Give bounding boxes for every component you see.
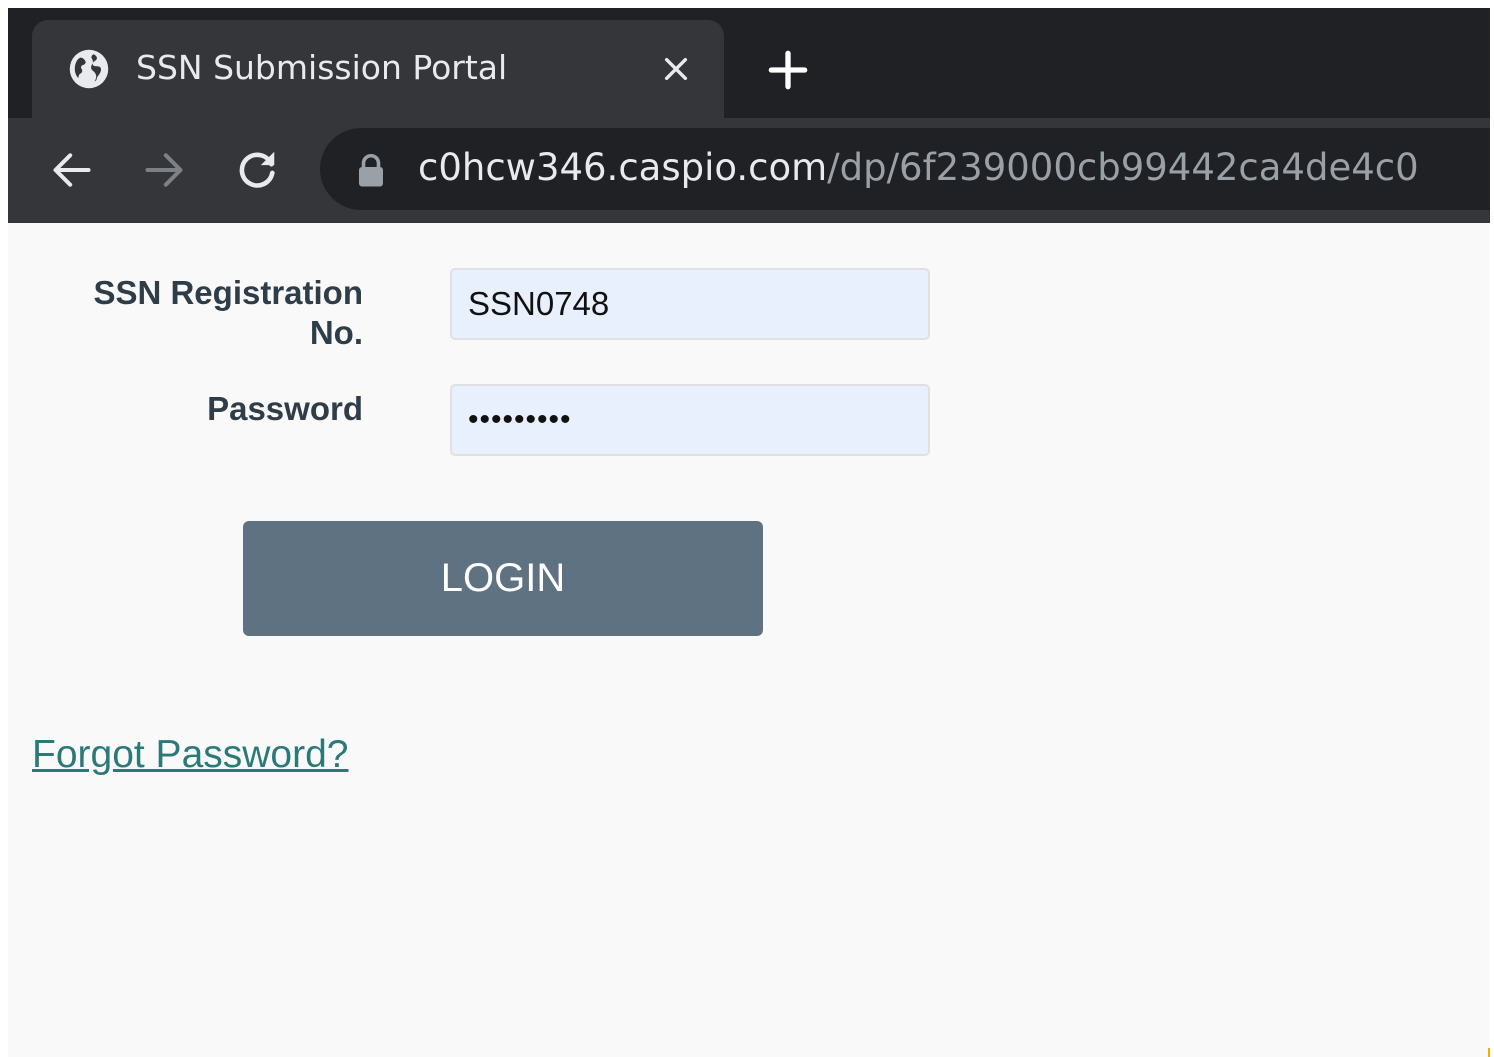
ssn-label: SSN Registration No.: [93, 274, 363, 351]
url-host: c0hcw346.caspio.com: [418, 146, 828, 189]
url-path: /dp/6f239000cb99442ca4de4c0: [827, 146, 1419, 189]
globe-icon: [69, 49, 109, 89]
password-label: Password: [207, 390, 363, 427]
lock-icon[interactable]: [356, 152, 386, 188]
forgot-password-link[interactable]: Forgot Password?: [32, 733, 348, 777]
password-input[interactable]: [450, 384, 930, 456]
address-bar[interactable]: c0hcw346.caspio.com/dp/6f239000cb99442ca…: [320, 128, 1490, 210]
browser-tab[interactable]: SSN Submission Portal: [32, 20, 724, 118]
login-button[interactable]: LOGIN: [243, 521, 763, 636]
reload-icon[interactable]: [234, 146, 280, 192]
browser-window: SSN Submission Portal c0hcw346.caspio.co…: [8, 8, 1490, 1057]
plus-icon[interactable]: [768, 50, 808, 90]
browser-toolbar: c0hcw346.caspio.com/dp/6f239000cb99442ca…: [8, 118, 1490, 223]
ssn-input[interactable]: [450, 268, 930, 340]
arrow-left-icon[interactable]: [50, 148, 94, 192]
url-text[interactable]: c0hcw346.caspio.com/dp/6f239000cb99442ca…: [418, 144, 1419, 192]
corner-indicator: [1488, 1048, 1490, 1057]
close-icon[interactable]: [660, 53, 692, 85]
login-page: SSN Registration No. Password LOGIN Forg…: [8, 223, 1490, 1057]
tab-title: SSN Submission Portal: [136, 48, 508, 87]
browser-chrome: SSN Submission Portal c0hcw346.caspio.co…: [8, 8, 1490, 223]
arrow-right-icon[interactable]: [142, 148, 186, 192]
